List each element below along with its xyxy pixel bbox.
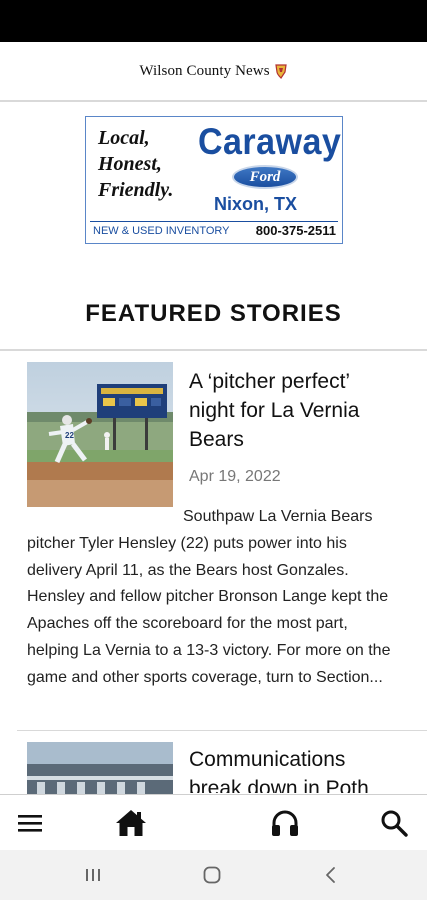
ad-tagline-line: Friendly.: [98, 179, 174, 201]
story-divider: [17, 730, 427, 731]
site-logo[interactable]: Wilson County News: [139, 63, 269, 80]
back-icon: [326, 867, 335, 883]
building-photo-image: [27, 742, 173, 794]
story-title[interactable]: Communications break down in Poth: [189, 745, 419, 793]
ad-tagline-line: Honest,: [98, 153, 162, 175]
audio-button[interactable]: [267, 805, 303, 841]
story-title-line: Bears: [189, 428, 244, 451]
ad-divider: [90, 221, 338, 222]
ad-phone-number: 800-375-2511: [255, 223, 336, 238]
search-button[interactable]: [376, 805, 412, 841]
story-thumbnail[interactable]: [27, 742, 173, 794]
menu-icon: [18, 815, 42, 832]
story-excerpt[interactable]: Southpaw La Vernia Bears pitcher Tyler H…: [27, 504, 402, 692]
bottom-navigation: [0, 794, 427, 851]
recent-apps-icon: [86, 869, 100, 881]
ford-logo: Ford: [232, 165, 298, 189]
headphones-icon: [272, 810, 298, 836]
app-header: Wilson County News: [0, 42, 427, 102]
advertisement-banner[interactable]: Local, Honest, Friendly. Caraway Ford Ni…: [85, 116, 343, 244]
story-date: Apr 19, 2022: [189, 468, 281, 485]
ad-city: Nixon, TX: [214, 194, 298, 214]
menu-button[interactable]: [12, 805, 48, 841]
status-bar: [0, 0, 427, 42]
search-icon: [381, 810, 408, 837]
svg-text:22: 22: [65, 431, 74, 440]
story-title-line: night for La Vernia: [189, 399, 360, 422]
recent-apps-button[interactable]: [78, 862, 108, 888]
back-button[interactable]: [316, 862, 346, 888]
baseball-photo-image: 22: [27, 362, 173, 507]
section-title: FEATURED STORIES: [85, 300, 342, 327]
ad-brand-name: Caraway: [198, 121, 342, 162]
system-home-icon: [203, 866, 221, 884]
ad-tagline-line: Local,: [98, 127, 150, 149]
story-title-line: break down in Poth: [189, 777, 369, 793]
home-icon: [116, 810, 146, 836]
system-navigation-bar: [0, 850, 427, 900]
story-title-line: Communications: [189, 748, 346, 771]
logo-emblem-icon: [274, 64, 287, 79]
story-thumbnail[interactable]: 22: [27, 362, 173, 507]
story-title-line: A ‘pitcher perfect’: [189, 370, 351, 393]
story-title-text: Communications break down in Poth: [189, 745, 369, 793]
system-home-button[interactable]: [197, 862, 227, 888]
ad-inventory-label: NEW & USED INVENTORY: [93, 225, 230, 237]
ad-tagline: Local, Honest, Friendly.: [98, 125, 173, 203]
section-divider: [0, 349, 427, 351]
home-button[interactable]: [113, 805, 149, 841]
story-title[interactable]: A ‘pitcher perfect’ night for La Vernia …: [189, 367, 359, 454]
